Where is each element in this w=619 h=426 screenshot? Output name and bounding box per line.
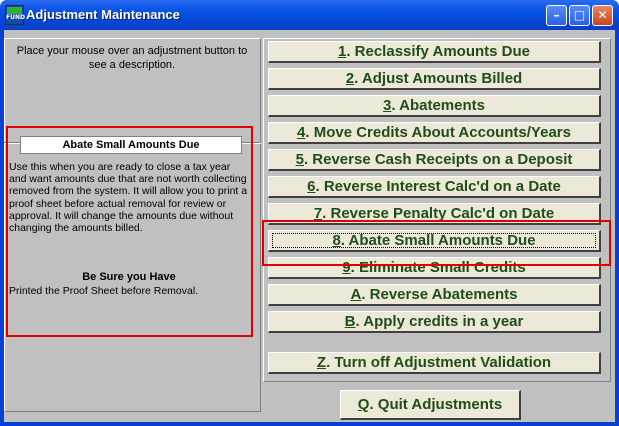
- button-highlight: [262, 220, 611, 266]
- title-bar[interactable]: FUND Adjustment Maintenance – □ ✕: [0, 0, 619, 30]
- close-button[interactable]: ✕: [592, 5, 613, 26]
- client-area: Place your mouse over an adjustment butt…: [4, 30, 615, 422]
- apply-credits-button[interactable]: B. Apply credits in a year: [268, 311, 601, 333]
- reclassify-amounts-due-button[interactable]: 1. Reclassify Amounts Due: [268, 41, 601, 63]
- app-icon: FUND: [5, 5, 25, 25]
- hover-hint: Place your mouse over an adjustment butt…: [16, 45, 248, 71]
- window-title: Adjustment Maintenance: [26, 7, 180, 22]
- minimize-button[interactable]: –: [546, 5, 567, 26]
- description-highlight: [6, 126, 253, 337]
- maximize-button[interactable]: □: [569, 5, 590, 26]
- app-icon-text: FUND: [6, 14, 25, 21]
- adjust-amounts-billed-button[interactable]: 2. Adjust Amounts Billed: [268, 68, 601, 90]
- window: FUND Adjustment Maintenance – □ ✕ Place …: [0, 0, 619, 426]
- reverse-interest-button[interactable]: 6. Reverse Interest Calc'd on a Date: [268, 176, 601, 198]
- move-credits-button[interactable]: 4. Move Credits About Accounts/Years: [268, 122, 601, 144]
- content: Place your mouse over an adjustment butt…: [4, 30, 615, 422]
- turn-off-validation-button[interactable]: Z. Turn off Adjustment Validation: [268, 352, 601, 374]
- reverse-abatements-button[interactable]: A. Reverse Abatements: [268, 284, 601, 306]
- abatements-button[interactable]: 3. Abatements: [268, 95, 601, 117]
- reverse-cash-receipts-button[interactable]: 5. Reverse Cash Receipts on a Deposit: [268, 149, 601, 171]
- quit-adjustments-button[interactable]: Q. Quit Adjustments: [340, 390, 521, 420]
